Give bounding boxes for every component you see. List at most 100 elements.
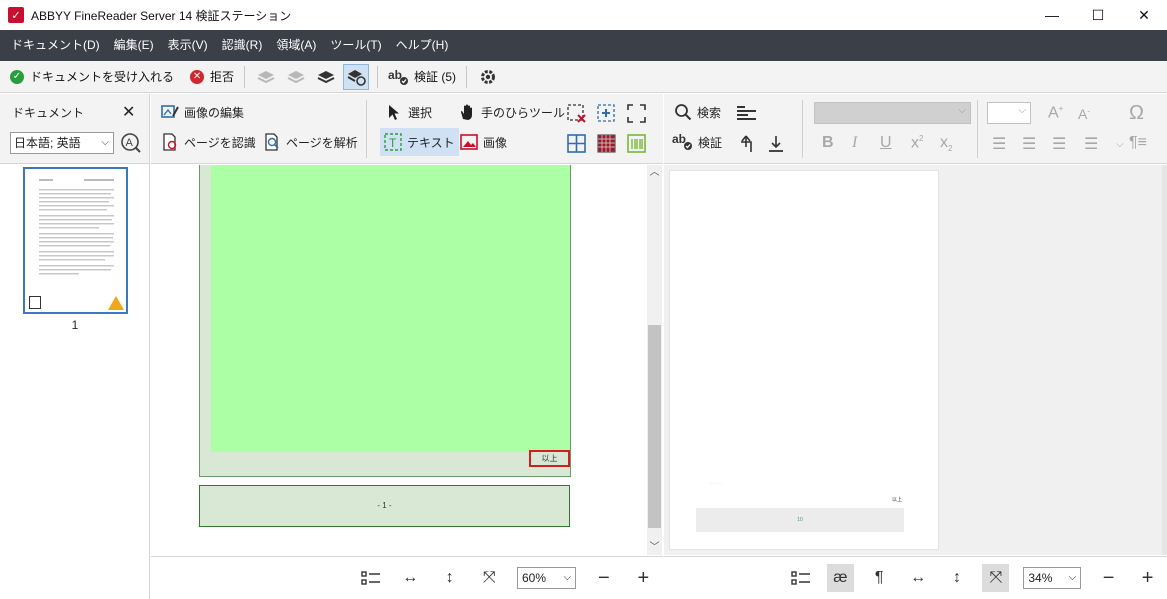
delete-region-icon[interactable] — [567, 102, 587, 126]
layers-icon[interactable] — [313, 64, 339, 90]
svg-text:ab: ab — [672, 132, 686, 146]
superscript-icon[interactable]: x2 — [911, 134, 923, 152]
align-left-icon[interactable]: ☰ — [992, 134, 1006, 154]
gear-icon[interactable] — [475, 64, 501, 90]
menu-edit[interactable]: 編集(E) — [107, 30, 161, 61]
maximize-button[interactable]: ☐ — [1075, 0, 1121, 30]
text-region[interactable]: 以上 — [199, 165, 571, 477]
text-region-button[interactable]: T テキスト — [380, 128, 459, 156]
selected-text-region[interactable]: 以上 — [529, 450, 570, 467]
text-ijo[interactable]: 以上 — [892, 496, 902, 503]
zoom-out-icon[interactable]: − — [1095, 564, 1122, 592]
decrease-font-icon[interactable]: A- — [1078, 106, 1090, 122]
image-view[interactable]: 以上 - 1 - — [151, 165, 631, 555]
font-name-select[interactable]: ⌵ — [814, 102, 971, 124]
image-region-button[interactable]: 画像 — [460, 130, 507, 154]
zoom-in-icon[interactable]: + — [1134, 564, 1161, 592]
recognize-page-icon — [163, 133, 177, 151]
menu-help[interactable]: ヘルプ(H) — [389, 30, 456, 61]
menu-view[interactable]: 表示(V) — [161, 30, 215, 61]
scroll-up-icon[interactable]: ︿ — [647, 165, 662, 180]
text-view[interactable]: · · · · 以上 10 — [664, 165, 1167, 555]
close-icon[interactable]: ✕ — [122, 102, 135, 122]
fit-width-icon[interactable]: ↔ — [905, 564, 932, 592]
chevron-down-icon: ⌵ — [1068, 572, 1077, 583]
fit-page-icon[interactable]: ⤧ — [982, 564, 1010, 592]
menu-recognize[interactable]: 認識(R) — [215, 30, 270, 61]
verify-button[interactable]: ab 検証 (5) — [384, 64, 460, 90]
align-center-icon[interactable]: ☰ — [1022, 134, 1036, 154]
edit-image-button[interactable]: 画像の編集 — [161, 100, 244, 124]
zoom-out-icon[interactable]: − — [590, 564, 618, 592]
font-size-select[interactable]: ⌵ — [987, 102, 1031, 124]
show-formatting-icon[interactable]: ¶ — [866, 564, 893, 592]
background-region-icon[interactable] — [597, 132, 617, 156]
increase-font-icon[interactable]: A+ — [1048, 104, 1063, 122]
accept-document-button[interactable]: ✓ ドキュメントを受け入れる — [6, 64, 178, 90]
select-tool-button[interactable]: 選択 — [385, 100, 432, 124]
picture-region[interactable] — [211, 165, 570, 452]
italic-icon[interactable]: I — [852, 134, 857, 152]
barcode-region-icon[interactable] — [627, 132, 647, 156]
analyze-page-button[interactable]: ページを解析 — [263, 130, 358, 154]
verify-text-button[interactable]: ab 検証 — [672, 130, 722, 154]
hand-tool-button[interactable]: 手のひらツール — [458, 100, 565, 124]
fit-height-icon[interactable]: ↕ — [944, 564, 971, 592]
menu-area[interactable]: 領域(A) — [269, 30, 323, 61]
page-thumbnail[interactable] — [23, 167, 128, 314]
format-list-icon[interactable] — [736, 102, 758, 126]
language-select[interactable]: 日本語; 英語 ⌵ — [10, 132, 114, 154]
text-footer[interactable]: 10 — [696, 508, 904, 532]
reject-button[interactable]: ✕ 拒否 — [186, 64, 238, 90]
image-zoom-select[interactable]: 60% ⌵ — [517, 567, 577, 589]
main-toolbar: ✓ ドキュメントを受け入れる ✕ 拒否 ab 検証 (5) — [0, 61, 1167, 93]
text-zoom-select[interactable]: 34% ⌵ — [1023, 567, 1082, 589]
fit-width-icon[interactable]: ↔ — [397, 564, 425, 592]
move-down-icon[interactable] — [766, 132, 786, 156]
text-scrollbar[interactable] — [1162, 165, 1167, 555]
table-region-icon[interactable] — [567, 132, 587, 156]
minimize-button[interactable]: — — [1029, 0, 1075, 30]
text-page[interactable]: · · · · 以上 10 — [669, 170, 939, 550]
layers-refresh-icon[interactable] — [343, 63, 370, 90]
zoom-in-icon[interactable]: + — [630, 564, 658, 592]
search-icon — [675, 104, 692, 121]
menu-tools[interactable]: ツール(T) — [323, 30, 388, 61]
menu-document[interactable]: ドキュメント(D) — [4, 30, 107, 61]
verify-label: 検証 (5) — [414, 70, 457, 84]
layers-prev-icon[interactable] — [253, 64, 279, 90]
cursor-arrow-icon — [389, 105, 399, 120]
image-scrollbar[interactable]: ︿ ﹀ — [647, 165, 662, 555]
select-label: 選択 — [408, 105, 433, 120]
reject-label: 拒否 — [210, 70, 235, 84]
image-panel-toolbar: 画像の編集 ページを認識 ページを解析 選択 手のひらツール T テキスト 画像 — [151, 94, 663, 164]
window-controls: — ☐ ✕ — [1029, 0, 1167, 30]
subscript-icon[interactable]: x2 — [940, 134, 952, 153]
search-label: 検索 — [697, 105, 722, 120]
spell-check-icon[interactable]: æ — [826, 564, 854, 592]
edit-image-icon — [161, 105, 179, 118]
list-view-icon[interactable] — [357, 564, 385, 592]
image-region-icon — [460, 134, 478, 150]
layers-next-icon[interactable] — [283, 64, 309, 90]
special-character-icon[interactable]: Ω — [1129, 102, 1144, 125]
bold-icon[interactable]: B — [822, 134, 834, 152]
recognize-page-button[interactable]: ページを認識 — [161, 130, 256, 154]
align-right-icon[interactable]: ☰ — [1052, 134, 1066, 154]
fit-page-icon[interactable]: ⤧ — [476, 564, 504, 592]
add-region-icon[interactable] — [597, 102, 617, 126]
search-button[interactable]: 検索 — [674, 100, 721, 124]
footer-text-region[interactable]: - 1 - — [199, 485, 570, 527]
language-detect-icon[interactable]: A — [120, 132, 142, 154]
chevron-down-icon[interactable]: ⌵ — [1116, 139, 1124, 150]
justify-icon[interactable]: ☰ — [1084, 134, 1098, 154]
underline-icon[interactable]: U — [880, 134, 892, 152]
paragraph-settings-icon[interactable]: ¶≡ — [1129, 134, 1147, 152]
close-button[interactable]: ✕ — [1121, 0, 1167, 30]
move-up-icon[interactable] — [736, 132, 756, 156]
fit-height-icon[interactable]: ↕ — [436, 564, 464, 592]
scroll-down-icon[interactable]: ﹀ — [647, 540, 662, 555]
region-frame-icon[interactable] — [627, 102, 647, 126]
list-view-icon[interactable] — [788, 564, 815, 592]
scrollbar-thumb[interactable] — [648, 325, 661, 528]
